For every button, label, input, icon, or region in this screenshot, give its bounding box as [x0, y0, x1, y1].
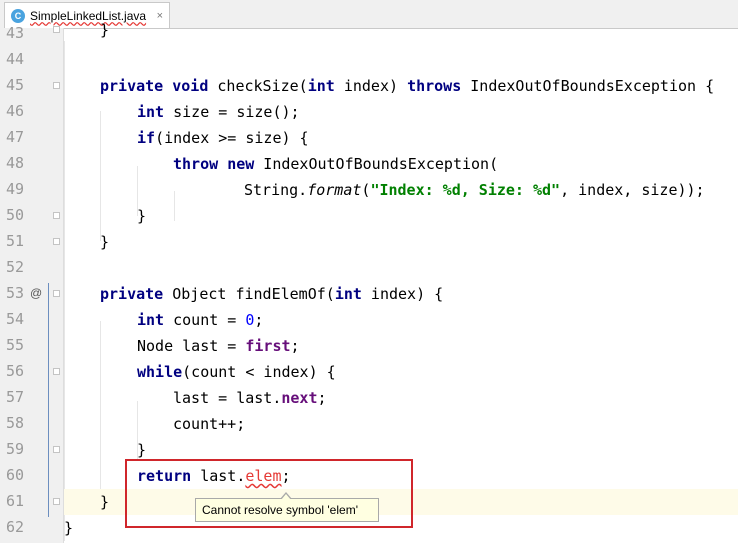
code-line: 56 while(count < index) {	[0, 359, 738, 385]
fold-marker[interactable]	[53, 498, 60, 505]
line-number: 56	[6, 362, 25, 380]
line-number: 46	[6, 102, 25, 120]
keyword: while	[137, 363, 183, 381]
field-reference: next	[281, 389, 318, 407]
fold-marker[interactable]	[53, 26, 60, 33]
code-line: 58 count++;	[0, 411, 738, 437]
code-text: checkSize(	[208, 77, 308, 95]
keyword: private	[100, 285, 164, 303]
line-number: 60	[6, 466, 25, 484]
code-text: ;	[290, 337, 300, 355]
code-line: 45 private void checkSize(int index) thr…	[0, 73, 738, 99]
keyword: if	[137, 129, 156, 147]
line-number: 45	[6, 76, 25, 94]
code-text: }	[64, 519, 74, 537]
fold-marker[interactable]	[53, 290, 60, 297]
line-number: 55	[6, 336, 25, 354]
fold-marker[interactable]	[53, 212, 60, 219]
code-text: String.	[244, 181, 308, 199]
code-text: index) {	[361, 285, 444, 303]
code-text: (count < index) {	[182, 363, 336, 381]
code-line: 54 int count = 0;	[0, 307, 738, 333]
line-number: 52	[6, 258, 25, 276]
fold-marker[interactable]	[53, 238, 60, 245]
code-text: count =	[164, 311, 246, 329]
code-line: 55 Node last = first;	[0, 333, 738, 359]
line-number: 47	[6, 128, 25, 146]
code-text: Node last =	[137, 337, 246, 355]
code-text: count++;	[173, 415, 246, 433]
code-line: 46 int size = size();	[0, 99, 738, 125]
code-text: last = last.	[173, 389, 282, 407]
code-line: 53 @ private Object findElemOf(int index…	[0, 281, 738, 307]
code-text: }	[137, 441, 147, 459]
string-literal: "Index: %d, Size: %d"	[370, 181, 561, 199]
code-line: 44	[0, 47, 738, 73]
field-reference: first	[245, 337, 291, 355]
line-number: 59	[6, 440, 25, 458]
line-number: 49	[6, 180, 25, 198]
code-text: , index, size));	[560, 181, 705, 199]
keyword: int	[137, 311, 165, 329]
line-number: 57	[6, 388, 25, 406]
close-icon[interactable]: ×	[157, 10, 163, 22]
code-text: ;	[254, 311, 264, 329]
line-number: 53	[6, 284, 25, 302]
code-text: size = size();	[164, 103, 300, 121]
error-tooltip: Cannot resolve symbol 'elem'	[195, 492, 379, 522]
code-text: }	[100, 233, 110, 251]
code-line: 51 }	[0, 229, 738, 255]
keyword: int	[334, 285, 362, 303]
line-number: 51	[6, 232, 25, 250]
keyword: new	[227, 155, 255, 173]
line-number: 48	[6, 154, 25, 172]
code-line: 43 }	[0, 21, 738, 47]
fold-marker[interactable]	[53, 368, 60, 375]
line-number: 43	[6, 24, 25, 42]
code-text: IndexOutOfBoundsException(	[254, 155, 499, 173]
code-line: 52	[0, 255, 738, 281]
line-number: 61	[6, 492, 25, 510]
code-text: }	[100, 21, 110, 39]
line-number: 58	[6, 414, 25, 432]
fold-marker[interactable]	[53, 446, 60, 453]
line-number: 62	[6, 518, 25, 536]
code-line: 48 throw new IndexOutOfBoundsException(	[0, 151, 738, 177]
override-annotation-icon[interactable]: @	[30, 286, 42, 300]
tooltip-text: Cannot resolve symbol 'elem'	[202, 503, 358, 517]
keyword: int	[307, 77, 335, 95]
code-text: }	[137, 207, 147, 225]
keyword: int	[137, 103, 165, 121]
line-number: 54	[6, 310, 25, 328]
keyword: void	[172, 77, 209, 95]
code-text: ;	[317, 389, 327, 407]
code-line: 47 if(index >= size) {	[0, 125, 738, 151]
code-line: 57 last = last.next;	[0, 385, 738, 411]
code-method: format	[307, 181, 362, 199]
code-text: Object findElemOf(	[163, 285, 335, 303]
keyword: private	[100, 77, 164, 95]
keyword: throws	[407, 77, 462, 95]
code-text: (index >= size) {	[155, 129, 309, 147]
line-number: 44	[6, 50, 25, 68]
code-text: }	[100, 493, 110, 511]
code-text: IndexOutOfBoundsException {	[461, 77, 715, 95]
code-text: index)	[334, 77, 408, 95]
code-line: 49 String.format("Index: %d, Size: %d", …	[0, 177, 738, 203]
line-number: 50	[6, 206, 25, 224]
keyword: throw	[173, 155, 219, 173]
fold-marker[interactable]	[53, 82, 60, 89]
code-line: 50 }	[0, 203, 738, 229]
